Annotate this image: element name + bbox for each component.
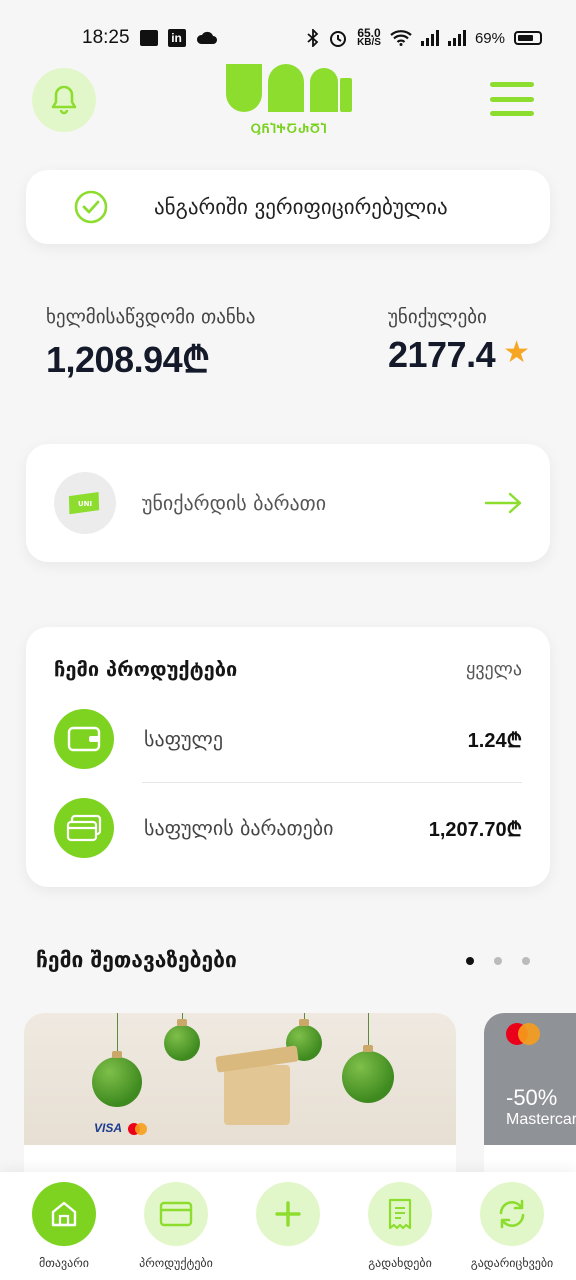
battery-percent: 69% [474, 29, 505, 47]
ornament-image [92, 1013, 142, 1107]
points-balance[interactable]: უნიქულები 2177.4 ★ [388, 306, 530, 376]
divider [142, 782, 522, 783]
nav-products[interactable]: პროდუქტები [121, 1182, 231, 1270]
points-value: 2177.4 [387, 334, 496, 375]
bell-icon [51, 85, 77, 115]
cards-icon [54, 798, 114, 858]
arrow-right-icon [484, 492, 522, 514]
menu-button[interactable] [490, 82, 534, 116]
available-balance: ხელმისაწვდომი თანხა 1,208.94₾ [46, 306, 255, 383]
ornament-image [164, 1013, 200, 1061]
menu-icon-line [490, 82, 534, 87]
ornament-image [342, 1013, 394, 1103]
offer-banner-image: VISA [24, 1013, 456, 1145]
wifi-icon [390, 30, 412, 46]
bottom-navigation: მთავარი პროდუქტები გადახდები გადარიცხვებ… [0, 1172, 576, 1280]
nav-add[interactable] [233, 1182, 343, 1256]
bluetooth-icon [307, 29, 319, 47]
unicard-logo: UNI [54, 472, 116, 534]
my-products-card: ჩემი პროდუქტები ყველა საფულე 1.24₾ საფულ… [26, 627, 550, 887]
cloud-icon [196, 31, 217, 44]
check-circle-icon [74, 190, 108, 224]
verification-text: ანგარიში ვერიფიცირებულია [154, 195, 448, 219]
points-label: უნიქულები [387, 306, 487, 328]
offer-banner-image-2: -50% Mastercard [484, 1013, 576, 1145]
unicard-label: უნიქარდის ბარათი [142, 491, 327, 515]
status-time: 18:25 [82, 27, 130, 48]
unicard-card-button[interactable]: UNI უნიქარდის ბარათი [26, 444, 550, 562]
star-icon: ★ [503, 334, 530, 370]
product-value: 1.24₾ [467, 729, 522, 752]
offer-discount: -50% [506, 1085, 558, 1110]
status-right: 65.0 KB/S 69% [307, 26, 542, 48]
net-speed: 65.0 KB/S [357, 26, 381, 48]
carousel-dots[interactable] [466, 957, 530, 965]
app-logo: ႳႬႨႵႠႰႣႨ [224, 64, 354, 136]
svg-text:UNI: UNI [78, 500, 92, 508]
app-header: ႳႬႨႵႠႰႣႨ [0, 62, 576, 142]
verification-banner[interactable]: ანგარიში ვერიფიცირებულია [26, 170, 550, 244]
product-name: საფულის ბარათები [144, 816, 334, 840]
product-name: საფულე [144, 727, 224, 751]
products-title: ჩემი პროდუქტები [54, 657, 238, 681]
available-balance-label: ხელმისაწვდომი თანხა [46, 306, 256, 328]
available-balance-value: 1,208.94₾ [46, 339, 210, 380]
alarm-icon [330, 31, 347, 47]
logo-mark [226, 64, 352, 112]
product-value: 1,207.70₾ [428, 818, 522, 841]
product-row-wallet-cards[interactable]: საფულის ბარათები 1,207.70₾ [54, 798, 522, 858]
message-icon [139, 30, 158, 46]
nav-label: გადახდები [368, 1256, 432, 1270]
nav-payments[interactable]: გადახდები [345, 1182, 455, 1270]
carousel-dot[interactable] [522, 957, 530, 965]
wallet-icon [54, 709, 114, 769]
visa-logo: VISA [94, 1121, 123, 1135]
signal-icon [420, 30, 439, 46]
card-icon [159, 1201, 193, 1227]
offers-title: ჩემი შეთავაზებები [36, 948, 237, 972]
products-all-link[interactable]: ყველა [466, 659, 522, 680]
nav-label: პროდუქტები [139, 1256, 213, 1270]
product-row-wallet[interactable]: საფულე 1.24₾ [54, 709, 522, 769]
transfer-icon [499, 1199, 525, 1229]
unicard-card-icon: UNI [68, 491, 100, 515]
carousel-dot[interactable] [466, 957, 474, 965]
plus-icon [275, 1201, 301, 1227]
nav-label: გადარიცხვები [470, 1256, 554, 1270]
menu-icon-line [490, 111, 534, 116]
mastercard-logo-2 [518, 1023, 540, 1045]
logo-text: ႳႬႨႵႠႰႣႨ [250, 122, 328, 136]
linkedin-icon: in [167, 29, 186, 47]
mastercard-logo-2 [135, 1123, 147, 1135]
menu-icon-line [490, 96, 534, 102]
notifications-button[interactable] [32, 68, 96, 132]
nav-transfers[interactable]: გადარიცხვები [457, 1182, 567, 1270]
signal-icon-2 [447, 30, 466, 46]
carousel-dot[interactable] [494, 957, 502, 965]
receipt-icon [388, 1198, 412, 1230]
gift-box-image [224, 1065, 290, 1125]
offer-brand: Mastercard [506, 1111, 576, 1128]
nav-home[interactable]: მთავარი [9, 1182, 119, 1270]
home-icon [51, 1201, 77, 1227]
nav-label: მთავარი [39, 1256, 89, 1270]
status-left: 18:25 in [82, 27, 218, 49]
battery-icon [514, 31, 542, 45]
